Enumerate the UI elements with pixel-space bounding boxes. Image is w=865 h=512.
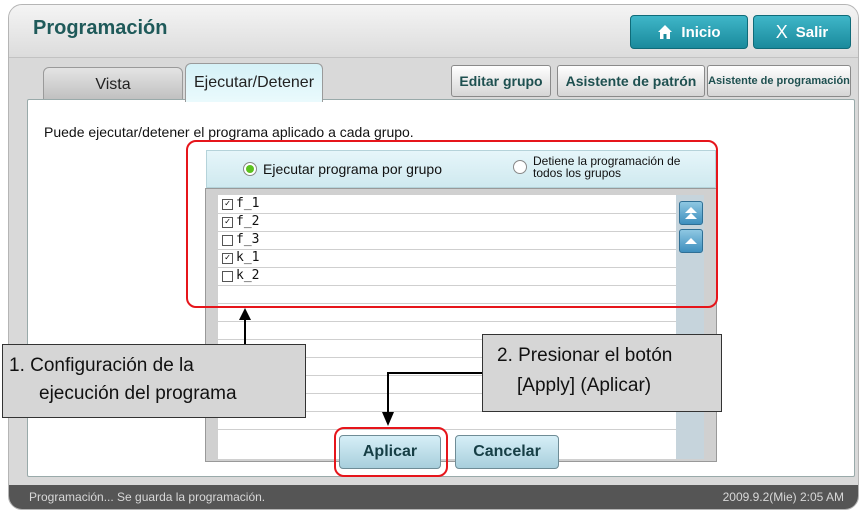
tab-vista-label: Vista (95, 76, 131, 93)
exit-button[interactable]: X Salir (753, 15, 851, 49)
cancel-label: Cancelar (473, 443, 541, 460)
exit-label: Salir (795, 23, 829, 41)
callout-step2: 2. Presionar el botón [Apply] (Aplicar) (482, 334, 722, 412)
cancel-button[interactable]: Cancelar (455, 435, 559, 469)
pattern-wizard-button[interactable]: Asistente de patrón (557, 65, 705, 97)
arrow-step1 (239, 308, 251, 348)
pattern-wizard-label: Asistente de patrón (565, 73, 697, 89)
page-title: Programación (33, 17, 168, 39)
callout-step1: 1. Configuración de la ejecución del pro… (2, 344, 306, 418)
highlight-run-settings (186, 140, 718, 308)
tab-ejecutar-label: Ejecutar/Detener (193, 74, 315, 91)
description-text: Puede ejecutar/detener el programa aplic… (44, 124, 414, 140)
title-bar: Programación Inicio X Salir (9, 5, 858, 58)
home-icon (657, 24, 673, 40)
edit-group-button[interactable]: Editar grupo (451, 65, 551, 97)
status-datetime: 2009.9.2(Mie) 2:05 AM (722, 490, 844, 504)
status-message: Programación... Se guarda la programació… (29, 490, 266, 504)
arrow-step2 (382, 372, 482, 426)
schedule-wizard-label: Asistente de programación (708, 75, 850, 87)
callout-step2-line1: 2. Presionar el botón (497, 345, 673, 366)
home-button[interactable]: Inicio (630, 15, 748, 49)
schedule-wizard-button[interactable]: Asistente de programación (707, 65, 851, 97)
tab-vista[interactable]: Vista (43, 67, 183, 103)
callout-step1-line1: 1. Configuración de la (9, 355, 194, 376)
edit-group-label: Editar grupo (459, 73, 543, 89)
status-bar: Programación... Se guarda la programació… (9, 485, 858, 509)
callout-step2-line2: [Apply] (Aplicar) (517, 375, 652, 396)
home-label: Inicio (681, 23, 721, 41)
close-icon: X (775, 21, 788, 42)
callout-step1-line2: ejecución del programa (39, 383, 237, 404)
highlight-apply-button (334, 427, 448, 477)
tab-ejecutar-detener[interactable]: Ejecutar/Detener (185, 63, 323, 102)
